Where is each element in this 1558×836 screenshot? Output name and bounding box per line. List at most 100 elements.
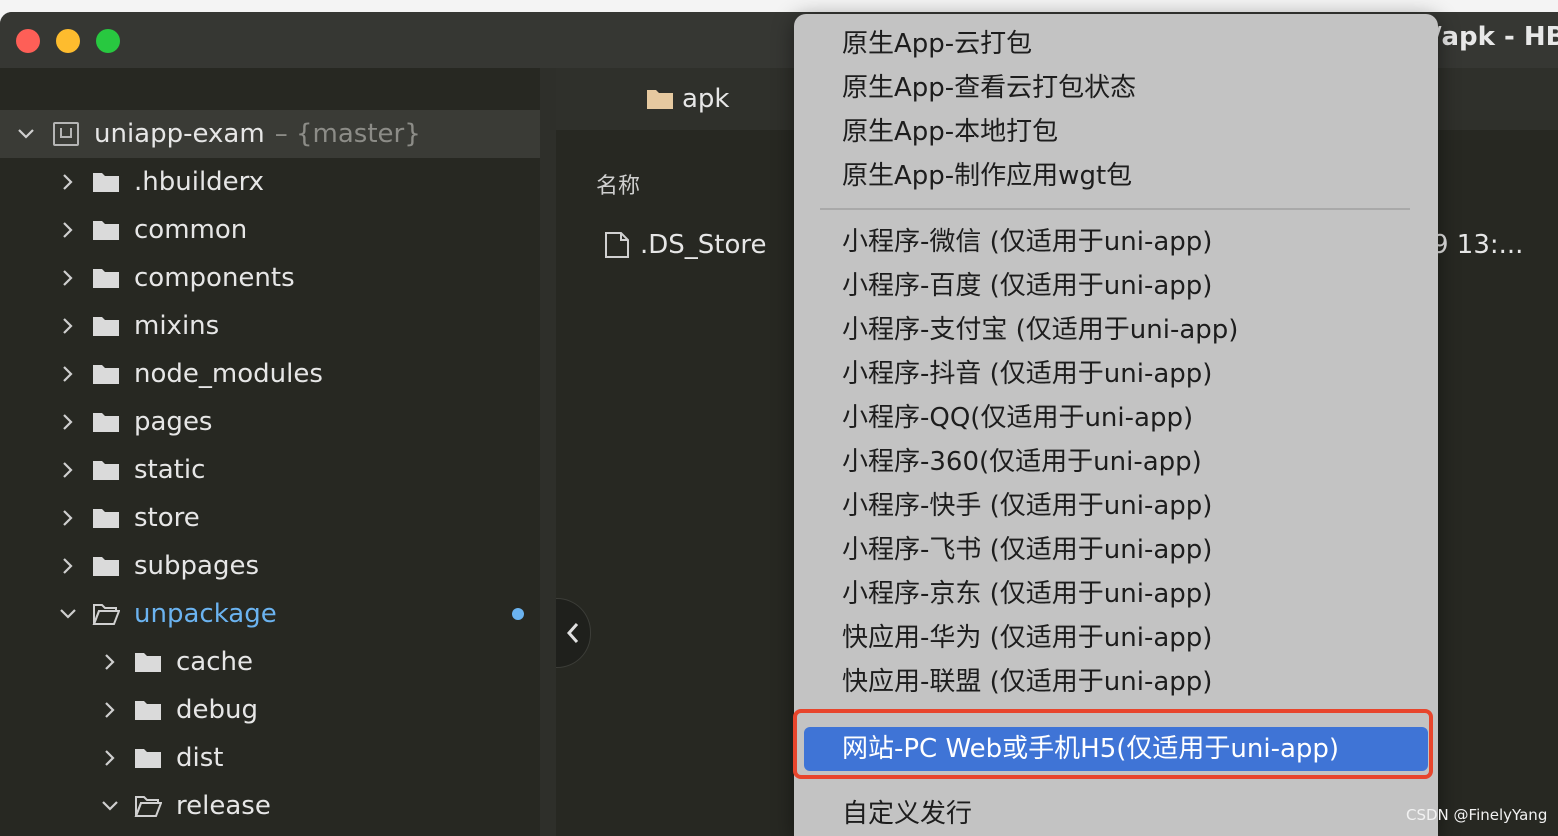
open-folder-icon bbox=[92, 604, 120, 625]
chevron-right-icon[interactable] bbox=[58, 460, 78, 480]
chevron-right-icon[interactable] bbox=[58, 268, 78, 288]
tree-row-folder[interactable]: components bbox=[0, 254, 540, 302]
tree-row-folder[interactable]: store bbox=[0, 494, 540, 542]
window-title: /apk - HBu bbox=[1432, 22, 1558, 52]
menu-item-custom-publish[interactable]: 自定义发行 bbox=[842, 794, 972, 834]
chevron-right-icon[interactable] bbox=[58, 364, 78, 384]
chevron-right-icon[interactable] bbox=[100, 748, 120, 768]
menu-item[interactable]: 小程序-京东 (仅适用于uni-app) bbox=[842, 574, 1212, 614]
tree-row-folder[interactable]: pages bbox=[0, 398, 540, 446]
tree-row-folder[interactable]: mixins bbox=[0, 302, 540, 350]
git-branch-label: – {master} bbox=[274, 119, 421, 149]
tree-row-folder[interactable]: debug bbox=[0, 686, 540, 734]
folder-label: dist bbox=[176, 743, 224, 773]
folder-icon bbox=[93, 269, 119, 288]
menu-item-label: 原生App-云打包 bbox=[842, 29, 1033, 59]
folder-icon bbox=[135, 701, 161, 720]
chevron-right-icon[interactable] bbox=[58, 316, 78, 336]
zoom-window-button[interactable] bbox=[96, 29, 120, 53]
tree-row-folder[interactable]: subpages bbox=[0, 542, 540, 590]
file-icon bbox=[605, 232, 629, 258]
file-row[interactable]: .DS_Store bbox=[604, 230, 767, 260]
folder-label: static bbox=[134, 455, 206, 485]
folder-label: common bbox=[134, 215, 248, 245]
menu-item[interactable]: 小程序-飞书 (仅适用于uni-app) bbox=[842, 530, 1212, 570]
tree-row-release[interactable]: release bbox=[0, 782, 540, 830]
chevron-down-icon[interactable] bbox=[58, 604, 78, 624]
menu-item[interactable]: 小程序-抖音 (仅适用于uni-app) bbox=[842, 354, 1212, 394]
menu-separator bbox=[820, 208, 1410, 210]
chevron-left-icon bbox=[566, 623, 579, 643]
chevron-right-icon[interactable] bbox=[58, 172, 78, 192]
chevron-right-icon[interactable] bbox=[100, 700, 120, 720]
tree-row-project[interactable]: uniapp-exam – {master} bbox=[0, 110, 540, 158]
menu-item[interactable]: 快应用-华为 (仅适用于uni-app) bbox=[842, 618, 1212, 658]
menu-item[interactable]: 小程序-快手 (仅适用于uni-app) bbox=[842, 486, 1212, 526]
menu-item[interactable]: 原生App-本地打包 bbox=[842, 112, 1058, 152]
tree-row-folder[interactable]: dist bbox=[0, 734, 540, 782]
menu-item[interactable]: 原生App-制作应用wgt包 bbox=[842, 156, 1132, 196]
folder-icon bbox=[93, 461, 119, 480]
folder-icon bbox=[135, 749, 161, 768]
folder-icon bbox=[93, 413, 119, 432]
folder-label: node_modules bbox=[134, 359, 323, 389]
folder-label: release bbox=[176, 791, 271, 821]
folder-icon bbox=[93, 317, 119, 336]
highlight-annotation-box bbox=[793, 709, 1433, 779]
chevron-right-icon[interactable] bbox=[100, 652, 120, 672]
menu-item[interactable]: 小程序-360(仅适用于uni-app) bbox=[842, 442, 1202, 482]
folder-icon bbox=[93, 509, 119, 528]
menu-item[interactable]: 小程序-QQ(仅适用于uni-app) bbox=[842, 398, 1193, 438]
project-icon bbox=[53, 122, 79, 146]
folder-icon bbox=[135, 653, 161, 672]
chevron-right-icon[interactable] bbox=[58, 508, 78, 528]
chevron-down-icon[interactable] bbox=[100, 796, 120, 816]
menu-item-label: 小程序-京东 (仅适用于uni-app) bbox=[842, 579, 1213, 609]
tree-row-folder[interactable]: node_modules bbox=[0, 350, 540, 398]
folder-label: store bbox=[134, 503, 200, 533]
menu-item-label: 自定义发行 bbox=[842, 799, 973, 829]
minimize-window-button[interactable] bbox=[56, 29, 80, 53]
menu-item-label: 小程序-支付宝 (仅适用于uni-app) bbox=[842, 315, 1239, 345]
tree-row-folder[interactable]: .hbuilderx bbox=[0, 158, 540, 206]
folder-icon bbox=[93, 173, 119, 192]
menu-item[interactable]: 小程序-支付宝 (仅适用于uni-app) bbox=[842, 310, 1238, 350]
tree-row-folder[interactable]: common bbox=[0, 206, 540, 254]
menu-item[interactable]: 快应用-联盟 (仅适用于uni-app) bbox=[842, 662, 1212, 702]
tree-row-folder[interactable]: static bbox=[0, 446, 540, 494]
folder-label: debug bbox=[176, 695, 258, 725]
folder-label: .hbuilderx bbox=[134, 167, 265, 197]
chevron-right-icon[interactable] bbox=[58, 556, 78, 576]
menu-item[interactable]: 原生App-查看云打包状态 bbox=[842, 68, 1136, 108]
chevron-right-icon[interactable] bbox=[58, 412, 78, 432]
close-window-button[interactable] bbox=[16, 29, 40, 53]
folder-icon bbox=[93, 221, 119, 240]
file-name: .DS_Store bbox=[640, 230, 767, 260]
folder-label: components bbox=[134, 263, 295, 293]
column-header-name[interactable]: 名称 bbox=[596, 168, 640, 200]
tree-row-unpackage[interactable]: unpackage bbox=[0, 590, 540, 638]
menu-item[interactable]: 原生App-云打包 bbox=[842, 24, 1032, 64]
folder-label: cache bbox=[176, 647, 253, 677]
chevron-down-icon[interactable] bbox=[16, 124, 36, 144]
tree-row-folder[interactable]: cache bbox=[0, 638, 540, 686]
folder-label: unpackage bbox=[134, 599, 277, 629]
current-folder-name: apk bbox=[682, 84, 730, 114]
current-folder: apk bbox=[646, 84, 730, 114]
folder-icon bbox=[647, 90, 673, 109]
open-folder-icon bbox=[134, 796, 162, 817]
menu-item[interactable]: 小程序-百度 (仅适用于uni-app) bbox=[842, 266, 1212, 306]
menu-item-label: 小程序-快手 (仅适用于uni-app) bbox=[842, 491, 1213, 521]
menu-item-label: 小程序-抖音 (仅适用于uni-app) bbox=[842, 359, 1213, 389]
chevron-right-icon[interactable] bbox=[58, 220, 78, 240]
menu-item-label: 原生App-查看云打包状态 bbox=[842, 73, 1137, 103]
menu-item-label: 快应用-联盟 (仅适用于uni-app) bbox=[842, 667, 1213, 697]
menu-item-label: 原生App-制作应用wgt包 bbox=[842, 161, 1133, 191]
menu-item-label: 原生App-本地打包 bbox=[842, 117, 1059, 147]
menu-item-label: 小程序-飞书 (仅适用于uni-app) bbox=[842, 535, 1213, 565]
sidebar-scrollbar[interactable] bbox=[540, 68, 556, 836]
project-name: uniapp-exam bbox=[94, 119, 265, 149]
menu-item[interactable]: 小程序-微信 (仅适用于uni-app) bbox=[842, 222, 1212, 262]
folder-icon bbox=[93, 365, 119, 384]
menu-item-label: 小程序-360(仅适用于uni-app) bbox=[842, 447, 1202, 477]
